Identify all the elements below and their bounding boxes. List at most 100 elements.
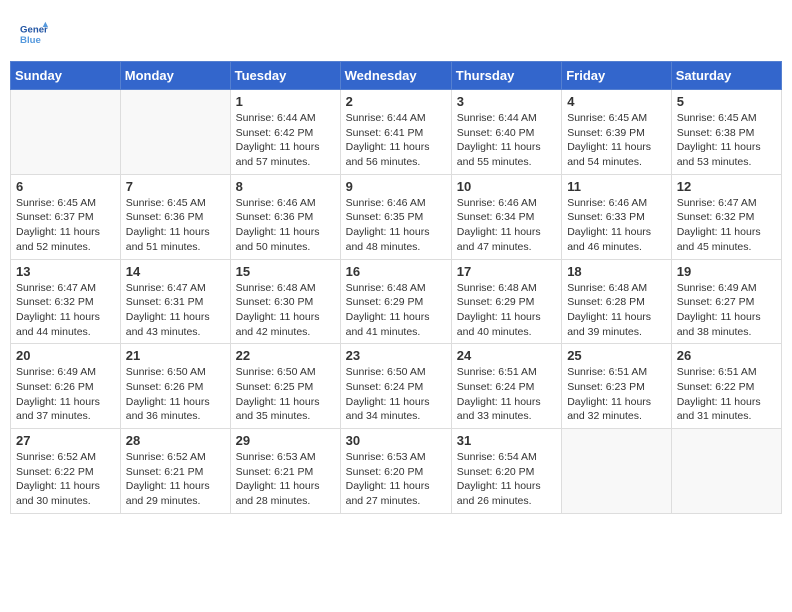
- calendar-cell: 23Sunrise: 6:50 AMSunset: 6:24 PMDayligh…: [340, 344, 451, 429]
- day-info: Sunrise: 6:45 AMSunset: 6:38 PMDaylight:…: [677, 111, 776, 170]
- day-info: Sunrise: 6:47 AMSunset: 6:32 PMDaylight:…: [677, 196, 776, 255]
- day-info: Sunrise: 6:49 AMSunset: 6:27 PMDaylight:…: [677, 281, 776, 340]
- calendar-cell: 7 Sunrise: 6:45 AMSunset: 6:36 PMDaylight…: [120, 174, 230, 259]
- calendar-header-tuesday: Tuesday: [230, 62, 340, 90]
- calendar-cell: [120, 90, 230, 175]
- day-number: 2: [346, 94, 446, 109]
- calendar-cell: 25 Sunrise: 6:51 AMSunset: 6:23 PMDayligh…: [562, 344, 672, 429]
- calendar-cell: 11 Sunrise: 6:46 AMSunset: 6:33 PMDayligh…: [562, 174, 672, 259]
- calendar-cell: 16Sunrise: 6:48 AMSunset: 6:29 PMDayligh…: [340, 259, 451, 344]
- day-info: Sunrise: 6:51 AMSunset: 6:24 PMDaylight:…: [457, 365, 556, 424]
- calendar-cell: 5 Sunrise: 6:45 AMSunset: 6:38 PMDaylight…: [671, 90, 781, 175]
- calendar-cell: 6 Sunrise: 6:45 AMSunset: 6:37 PMDaylight…: [11, 174, 121, 259]
- day-number: 9: [346, 179, 446, 194]
- calendar-cell: 22Sunrise: 6:50 AMSunset: 6:25 PMDayligh…: [230, 344, 340, 429]
- day-info: Sunrise: 6:45 AMSunset: 6:37 PMDaylight:…: [16, 196, 115, 255]
- day-number: 15: [236, 264, 335, 279]
- day-number: 4: [567, 94, 666, 109]
- day-number: 10: [457, 179, 556, 194]
- calendar-week-2: 6 Sunrise: 6:45 AMSunset: 6:37 PMDaylight…: [11, 174, 782, 259]
- calendar-cell: 17 Sunrise: 6:48 AMSunset: 6:29 PMDayligh…: [451, 259, 561, 344]
- day-info: Sunrise: 6:51 AMSunset: 6:22 PMDaylight:…: [677, 365, 776, 424]
- calendar-cell: 20 Sunrise: 6:49 AMSunset: 6:26 PMDayligh…: [11, 344, 121, 429]
- calendar-cell: 18 Sunrise: 6:48 AMSunset: 6:28 PMDayligh…: [562, 259, 672, 344]
- day-number: 16: [346, 264, 446, 279]
- calendar-cell: 3 Sunrise: 6:44 AMSunset: 6:40 PMDaylight…: [451, 90, 561, 175]
- day-info: Sunrise: 6:49 AMSunset: 6:26 PMDaylight:…: [16, 365, 115, 424]
- day-number: 20: [16, 348, 115, 363]
- calendar-header-thursday: Thursday: [451, 62, 561, 90]
- calendar-cell: 29Sunrise: 6:53 AMSunset: 6:21 PMDayligh…: [230, 429, 340, 514]
- day-number: 31: [457, 433, 556, 448]
- calendar-cell: 1 Sunrise: 6:44 AMSunset: 6:42 PMDaylight…: [230, 90, 340, 175]
- day-info: Sunrise: 6:51 AMSunset: 6:23 PMDaylight:…: [567, 365, 666, 424]
- day-info: Sunrise: 6:45 AMSunset: 6:39 PMDaylight:…: [567, 111, 666, 170]
- logo: General Blue: [20, 20, 48, 48]
- calendar-cell: 12Sunrise: 6:47 AMSunset: 6:32 PMDayligh…: [671, 174, 781, 259]
- day-number: 5: [677, 94, 776, 109]
- day-number: 23: [346, 348, 446, 363]
- calendar-header-saturday: Saturday: [671, 62, 781, 90]
- day-number: 13: [16, 264, 115, 279]
- day-info: Sunrise: 6:47 AMSunset: 6:31 PMDaylight:…: [126, 281, 225, 340]
- calendar-week-4: 20 Sunrise: 6:49 AMSunset: 6:26 PMDayligh…: [11, 344, 782, 429]
- day-info: Sunrise: 6:46 AMSunset: 6:34 PMDaylight:…: [457, 196, 556, 255]
- day-number: 30: [346, 433, 446, 448]
- calendar-cell: 10 Sunrise: 6:46 AMSunset: 6:34 PMDayligh…: [451, 174, 561, 259]
- calendar-cell: 27Sunrise: 6:52 AMSunset: 6:22 PMDayligh…: [11, 429, 121, 514]
- calendar-cell: 24 Sunrise: 6:51 AMSunset: 6:24 PMDayligh…: [451, 344, 561, 429]
- day-number: 24: [457, 348, 556, 363]
- logo-icon: General Blue: [20, 20, 48, 48]
- day-number: 19: [677, 264, 776, 279]
- day-number: 17: [457, 264, 556, 279]
- day-number: 22: [236, 348, 335, 363]
- calendar-week-3: 13Sunrise: 6:47 AMSunset: 6:32 PMDayligh…: [11, 259, 782, 344]
- calendar-cell: [11, 90, 121, 175]
- calendar-cell: 14 Sunrise: 6:47 AMSunset: 6:31 PMDayligh…: [120, 259, 230, 344]
- day-info: Sunrise: 6:44 AMSunset: 6:41 PMDaylight:…: [346, 111, 446, 170]
- day-number: 25: [567, 348, 666, 363]
- calendar-header-monday: Monday: [120, 62, 230, 90]
- day-number: 28: [126, 433, 225, 448]
- day-number: 11: [567, 179, 666, 194]
- day-info: Sunrise: 6:53 AMSunset: 6:20 PMDaylight:…: [346, 450, 446, 509]
- day-info: Sunrise: 6:44 AMSunset: 6:42 PMDaylight:…: [236, 111, 335, 170]
- calendar-cell: 9 Sunrise: 6:46 AMSunset: 6:35 PMDaylight…: [340, 174, 451, 259]
- day-number: 18: [567, 264, 666, 279]
- calendar-header-sunday: Sunday: [11, 62, 121, 90]
- day-info: Sunrise: 6:46 AMSunset: 6:33 PMDaylight:…: [567, 196, 666, 255]
- calendar-header-row: SundayMondayTuesdayWednesdayThursdayFrid…: [11, 62, 782, 90]
- calendar-cell: [562, 429, 672, 514]
- calendar-cell: 21Sunrise: 6:50 AMSunset: 6:26 PMDayligh…: [120, 344, 230, 429]
- day-number: 7: [126, 179, 225, 194]
- day-info: Sunrise: 6:48 AMSunset: 6:28 PMDaylight:…: [567, 281, 666, 340]
- calendar-cell: 31Sunrise: 6:54 AMSunset: 6:20 PMDayligh…: [451, 429, 561, 514]
- calendar-cell: 28 Sunrise: 6:52 AMSunset: 6:21 PMDayligh…: [120, 429, 230, 514]
- day-info: Sunrise: 6:48 AMSunset: 6:30 PMDaylight:…: [236, 281, 335, 340]
- calendar-table: SundayMondayTuesdayWednesdayThursdayFrid…: [10, 61, 782, 514]
- page-header: General Blue: [10, 10, 782, 53]
- day-info: Sunrise: 6:50 AMSunset: 6:26 PMDaylight:…: [126, 365, 225, 424]
- day-number: 1: [236, 94, 335, 109]
- calendar-header-friday: Friday: [562, 62, 672, 90]
- day-number: 26: [677, 348, 776, 363]
- day-info: Sunrise: 6:52 AMSunset: 6:21 PMDaylight:…: [126, 450, 225, 509]
- calendar-cell: [671, 429, 781, 514]
- calendar-week-5: 27Sunrise: 6:52 AMSunset: 6:22 PMDayligh…: [11, 429, 782, 514]
- day-info: Sunrise: 6:53 AMSunset: 6:21 PMDaylight:…: [236, 450, 335, 509]
- calendar-cell: 19 Sunrise: 6:49 AMSunset: 6:27 PMDayligh…: [671, 259, 781, 344]
- day-info: Sunrise: 6:46 AMSunset: 6:35 PMDaylight:…: [346, 196, 446, 255]
- calendar-cell: 30 Sunrise: 6:53 AMSunset: 6:20 PMDayligh…: [340, 429, 451, 514]
- calendar-cell: 2 Sunrise: 6:44 AMSunset: 6:41 PMDaylight…: [340, 90, 451, 175]
- day-number: 14: [126, 264, 225, 279]
- day-number: 6: [16, 179, 115, 194]
- calendar-cell: 4 Sunrise: 6:45 AMSunset: 6:39 PMDaylight…: [562, 90, 672, 175]
- day-info: Sunrise: 6:48 AMSunset: 6:29 PMDaylight:…: [457, 281, 556, 340]
- day-info: Sunrise: 6:45 AMSunset: 6:36 PMDaylight:…: [126, 196, 225, 255]
- day-info: Sunrise: 6:44 AMSunset: 6:40 PMDaylight:…: [457, 111, 556, 170]
- calendar-cell: 8Sunrise: 6:46 AMSunset: 6:36 PMDaylight…: [230, 174, 340, 259]
- calendar-cell: 13Sunrise: 6:47 AMSunset: 6:32 PMDayligh…: [11, 259, 121, 344]
- day-number: 3: [457, 94, 556, 109]
- calendar-week-1: 1 Sunrise: 6:44 AMSunset: 6:42 PMDaylight…: [11, 90, 782, 175]
- calendar-cell: 26 Sunrise: 6:51 AMSunset: 6:22 PMDayligh…: [671, 344, 781, 429]
